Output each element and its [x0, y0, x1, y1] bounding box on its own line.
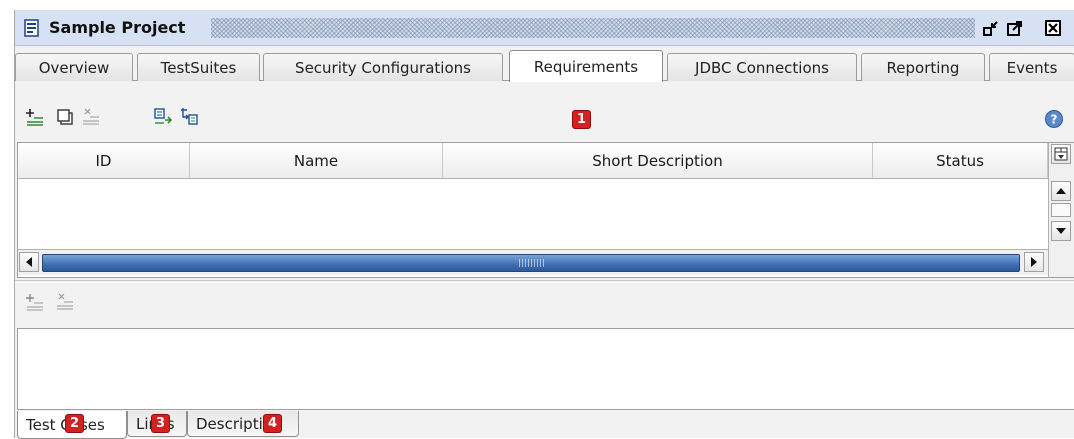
copy-icon[interactable]	[55, 107, 75, 127]
restore-icon[interactable]	[981, 18, 1001, 38]
close-icon[interactable]	[1043, 18, 1063, 38]
scroll-right-icon[interactable]	[1024, 252, 1044, 272]
help-icon[interactable]: ?	[1044, 109, 1064, 129]
vertical-scroll-thumb[interactable]	[1051, 203, 1071, 217]
annotation-badge-1: 1	[572, 110, 591, 129]
tab-security-configurations[interactable]: Security Configurations	[263, 53, 503, 81]
horizontal-scroll-thumb[interactable]	[42, 254, 1020, 272]
annotation-badge-3: 3	[151, 414, 170, 433]
project-icon	[24, 18, 39, 37]
column-header-name[interactable]: Name	[190, 143, 443, 179]
tab-bar: Overview TestSuites Security Configurati…	[15, 47, 1074, 82]
title-bar: Sample Project	[15, 10, 1074, 46]
export-icon[interactable]	[179, 107, 199, 127]
column-chooser-icon[interactable]	[1051, 144, 1071, 164]
tab-testsuites[interactable]: TestSuites	[137, 53, 260, 81]
import-icon[interactable]	[153, 107, 173, 127]
add-row-icon[interactable]	[25, 107, 45, 127]
scroll-down-icon[interactable]	[1051, 221, 1071, 241]
panel-splitter[interactable]	[15, 280, 1074, 283]
title-bar-drag-area[interactable]	[211, 18, 975, 38]
requirements-toolbar: 1 ?	[15, 107, 1074, 137]
bottom-tab-description[interactable]: Description	[187, 411, 299, 437]
svg-text:?: ?	[1051, 113, 1058, 127]
vertical-scrollbar[interactable]	[1048, 143, 1074, 277]
maximize-icon[interactable]	[1005, 18, 1025, 38]
tab-events[interactable]: Events	[989, 53, 1074, 81]
add-test-case-icon[interactable]	[25, 292, 45, 312]
test-cases-panel[interactable]	[17, 328, 1074, 410]
tab-reporting[interactable]: Reporting	[861, 53, 985, 81]
annotation-badge-2: 2	[65, 414, 84, 433]
tab-jdbc-connections[interactable]: JDBC Connections	[667, 53, 857, 81]
tab-requirements[interactable]: Requirements	[509, 50, 663, 82]
project-window: Sample Project Overview TestSuites Secur…	[14, 10, 1074, 439]
scroll-left-icon[interactable]	[19, 252, 39, 272]
column-header-status[interactable]: Status	[873, 143, 1048, 179]
test-cases-toolbar	[15, 292, 215, 316]
remove-row-icon[interactable]	[81, 107, 101, 127]
table-header: ID Name Short Description Status	[18, 143, 1048, 179]
horizontal-scrollbar[interactable]	[18, 249, 1048, 275]
remove-test-case-icon[interactable]	[55, 292, 75, 312]
tab-overview[interactable]: Overview	[15, 53, 133, 81]
window-title: Sample Project	[49, 18, 186, 37]
column-header-id[interactable]: ID	[18, 143, 190, 179]
scroll-up-icon[interactable]	[1051, 181, 1071, 201]
column-header-short-description[interactable]: Short Description	[443, 143, 873, 179]
annotation-badge-4: 4	[263, 414, 282, 433]
scroll-grip	[519, 259, 545, 267]
requirements-table[interactable]: ID Name Short Description Status	[17, 142, 1074, 278]
